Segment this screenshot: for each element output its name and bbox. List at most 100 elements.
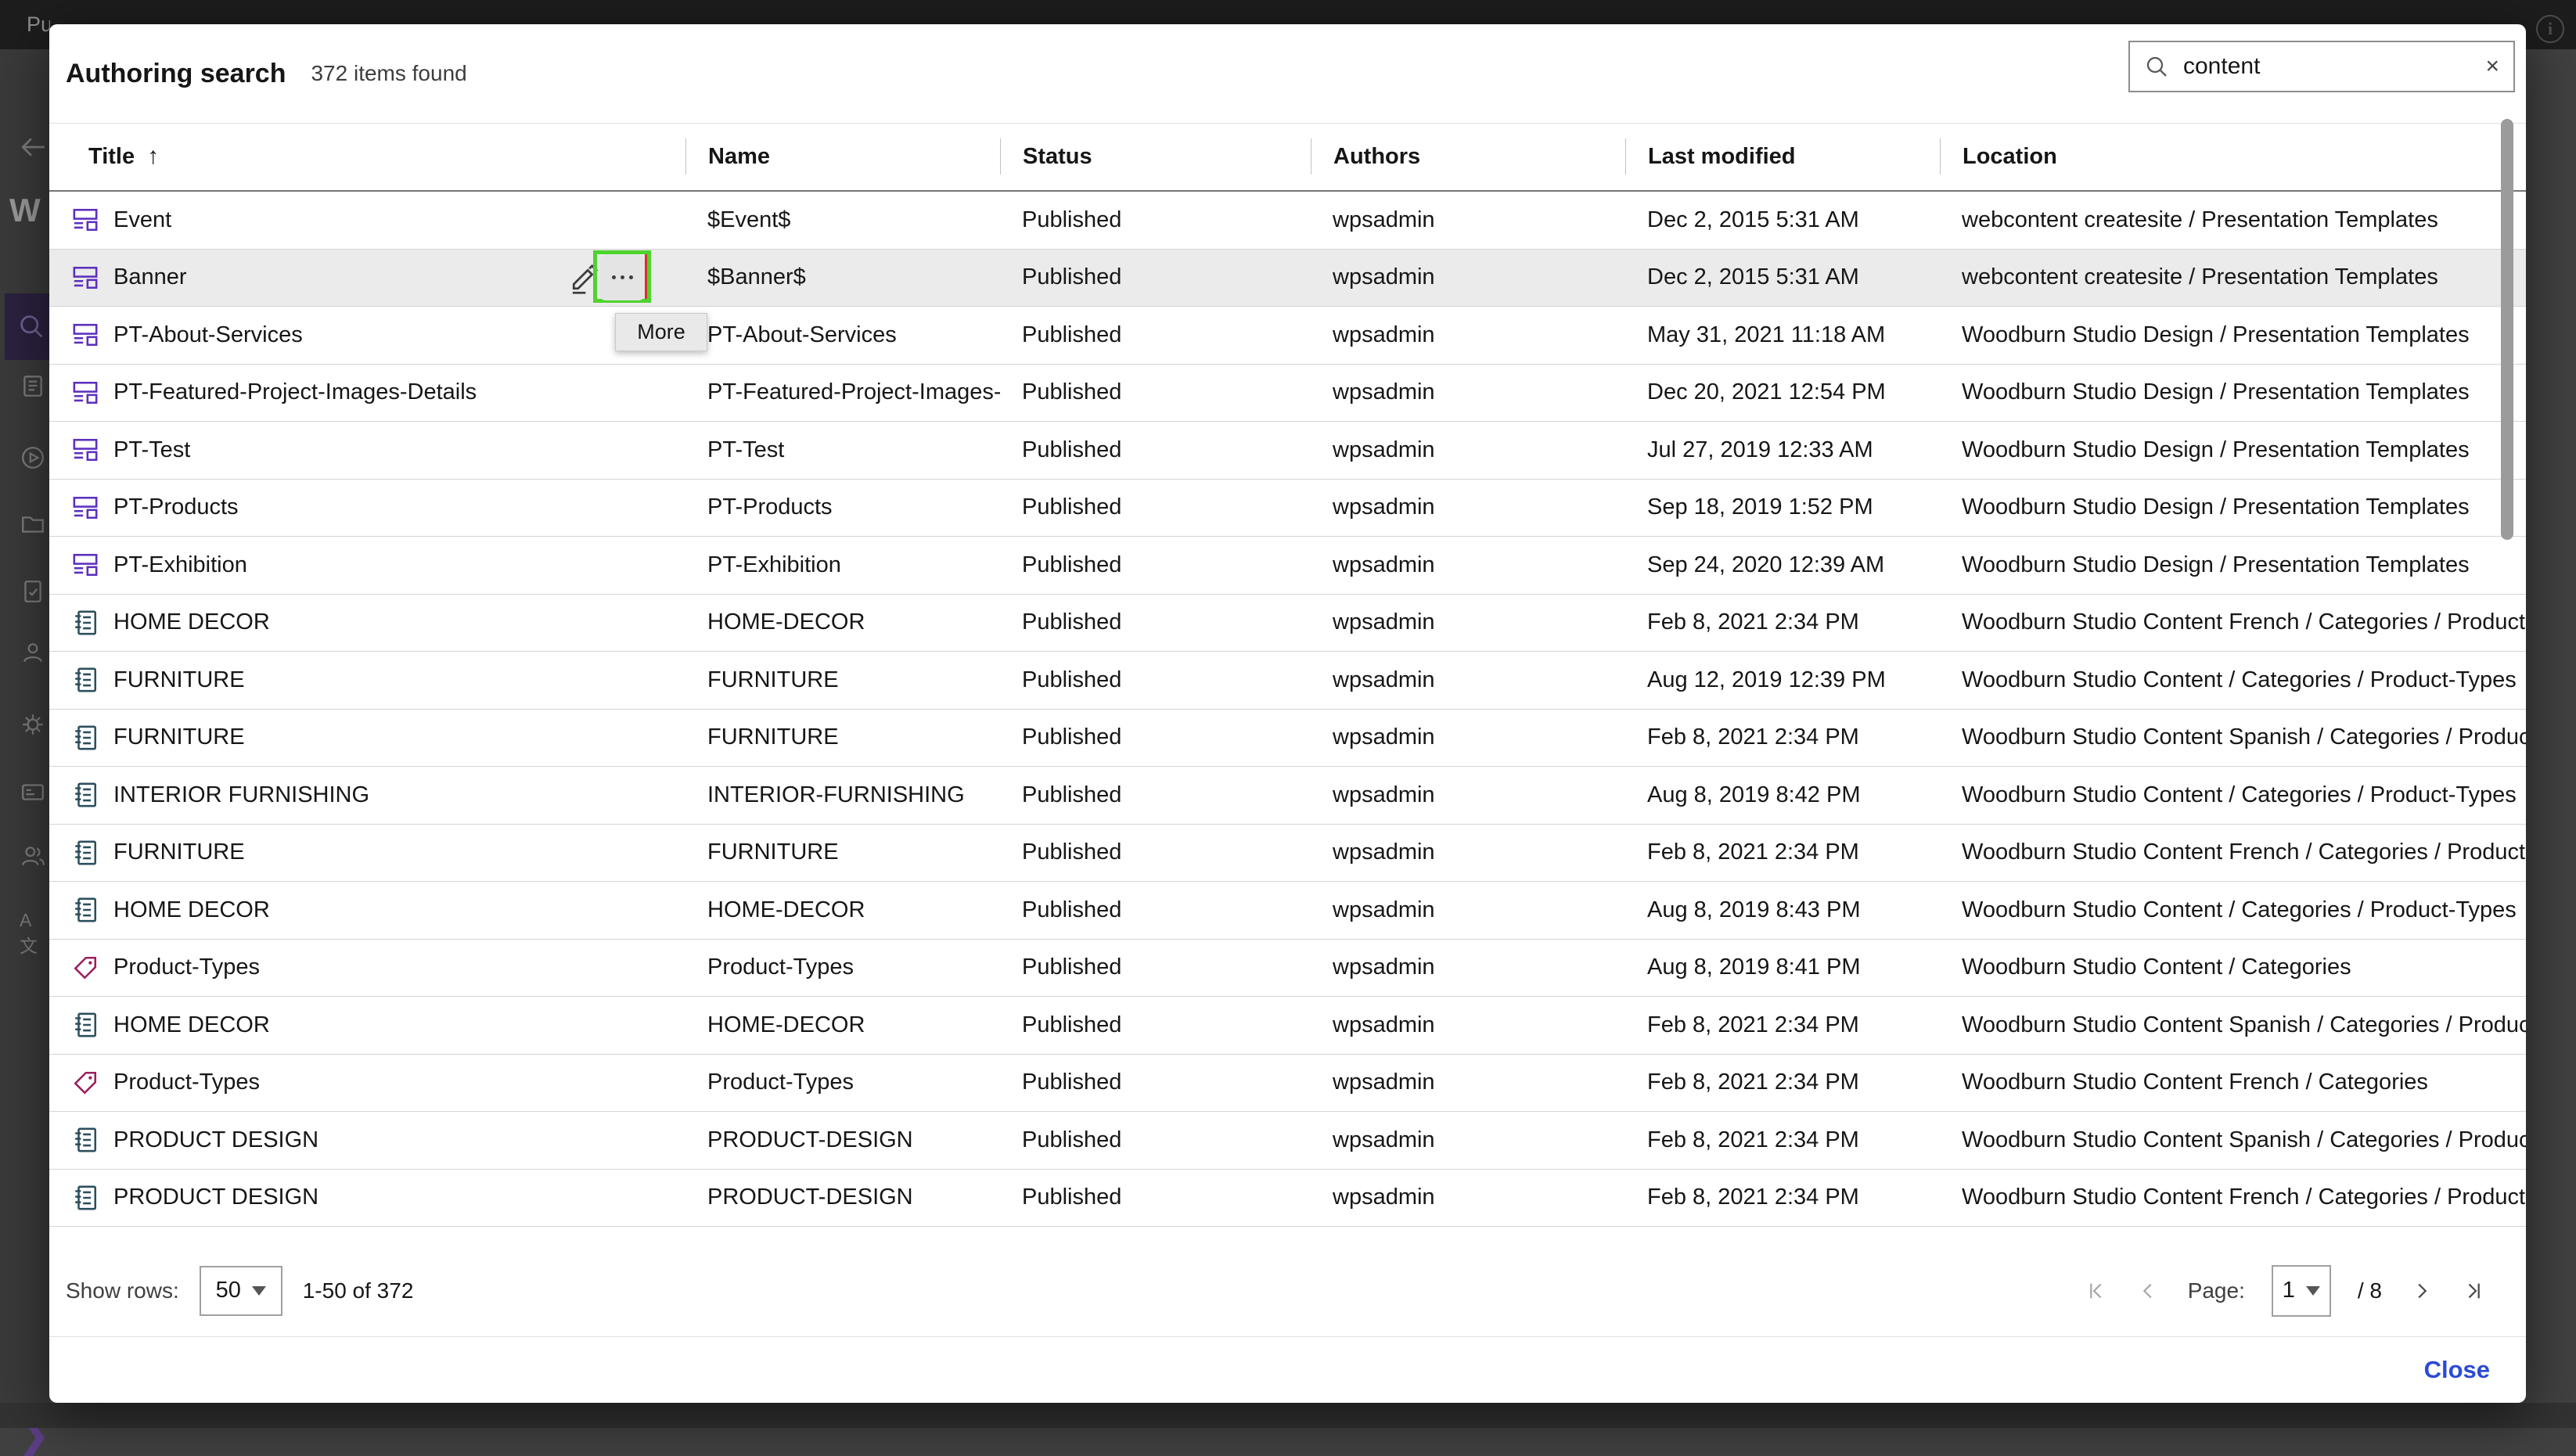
catalog-icon <box>72 1185 99 1211</box>
last-page-button[interactable] <box>2462 1278 2488 1304</box>
row-name: FURNITURE <box>685 724 1000 750</box>
clipboard-icon[interactable] <box>20 372 46 399</box>
search-input[interactable] <box>2182 52 2473 81</box>
row-name: Product-Types <box>685 954 1000 980</box>
column-header-title[interactable]: Title ↑ <box>49 138 685 174</box>
users-icon[interactable] <box>20 843 46 869</box>
gear-icon[interactable] <box>20 711 46 738</box>
column-header-name[interactable]: Name <box>685 138 1000 174</box>
first-page-button[interactable] <box>2081 1278 2108 1304</box>
table-row[interactable]: PT-About-Services PT-About-Services Publ… <box>49 307 2526 365</box>
card-icon[interactable] <box>20 778 46 805</box>
row-authors: wpsadmin <box>1311 437 1625 463</box>
row-modified: Dec 20, 2021 12:54 PM <box>1625 379 1940 405</box>
close-button[interactable]: Close <box>2424 1356 2490 1384</box>
table-row[interactable]: PRODUCT DESIGN PRODUCT-DESIGN Published … <box>49 1112 2526 1170</box>
row-name: Product-Types <box>685 1070 1000 1095</box>
table-row[interactable]: HOME DECOR HOME-DECOR Published wpsadmin… <box>49 997 2526 1055</box>
translate-icon[interactable]: A文 <box>20 910 46 937</box>
column-header-last-modified[interactable]: Last modified <box>1625 138 1940 174</box>
table-row[interactable]: FURNITURE FURNITURE Published wpsadmin A… <box>49 652 2526 710</box>
chevron-down-icon <box>252 1286 266 1296</box>
table-row[interactable]: PT-Exhibition PT-Exhibition Published wp… <box>49 537 2526 595</box>
row-location: Woodburn Studio Content French / Categor… <box>1940 609 2526 635</box>
play-circle-icon[interactable] <box>20 444 46 471</box>
items-found-count: 372 items found <box>311 61 466 86</box>
row-status: Published <box>1000 954 1311 980</box>
column-header-location[interactable]: Location <box>1940 138 2526 174</box>
column-header-status[interactable]: Status <box>1000 138 1311 174</box>
tag-icon <box>72 1070 99 1096</box>
highlight-red-edge <box>645 254 647 299</box>
table-row[interactable]: Banner More $Banner$ Published wpsadmin … <box>49 250 2526 307</box>
left-sidebar: W A文 ❯ <box>0 49 49 1403</box>
rows-per-page-select[interactable]: 50 <box>200 1266 282 1316</box>
template-icon <box>72 494 99 521</box>
page-select[interactable]: 1 <box>2272 1265 2331 1317</box>
table-row[interactable]: INTERIOR FURNISHING INTERIOR-FURNISHING … <box>49 767 2526 825</box>
row-authors: wpsadmin <box>1311 207 1625 233</box>
file-check-icon[interactable] <box>20 578 46 605</box>
table-row[interactable]: PT-Featured-Project-Images-Details PT-Fe… <box>49 365 2526 422</box>
back-arrow-icon[interactable] <box>20 134 46 160</box>
row-modified: Feb 8, 2021 2:34 PM <box>1625 839 1940 865</box>
table-row[interactable]: PT-Products PT-Products Published wpsadm… <box>49 480 2526 537</box>
row-authors: wpsadmin <box>1311 379 1625 405</box>
row-title: PT-Test <box>113 437 190 463</box>
row-title: FURNITURE <box>113 667 245 693</box>
row-title: PT-Featured-Project-Images-Details <box>113 379 477 405</box>
row-name: $Event$ <box>685 207 1000 233</box>
sidebar-item-search-active[interactable] <box>5 293 49 360</box>
row-status: Published <box>1000 839 1311 865</box>
row-location: Woodburn Studio Content / Categories / P… <box>1940 897 2526 923</box>
row-name: PT-Featured-Project-Images-Detai… <box>685 379 1000 405</box>
table-row[interactable]: PT-Test PT-Test Published wpsadmin Jul 2… <box>49 422 2526 480</box>
row-location: Woodburn Studio Content Spanish / Catego… <box>1940 724 2526 750</box>
clear-search-icon[interactable]: × <box>2485 55 2499 78</box>
row-modified: Aug 12, 2019 12:39 PM <box>1625 667 1940 693</box>
column-header-authors[interactable]: Authors <box>1311 138 1625 174</box>
table-row[interactable]: PRODUCT DESIGN PRODUCT-DESIGN Published … <box>49 1170 2526 1228</box>
info-icon[interactable]: i <box>2536 15 2564 43</box>
table-row[interactable]: FURNITURE FURNITURE Published wpsadmin F… <box>49 825 2526 883</box>
row-modified: Dec 2, 2015 5:31 AM <box>1625 264 1940 290</box>
row-modified: Jul 27, 2019 12:33 AM <box>1625 437 1940 463</box>
row-status: Published <box>1000 1012 1311 1038</box>
row-location: Woodburn Studio Design / Presentation Te… <box>1940 494 2526 520</box>
row-title: HOME DECOR <box>113 897 270 923</box>
folder-icon[interactable] <box>20 511 46 537</box>
user-icon[interactable] <box>20 639 46 666</box>
row-location: webcontent createsite / Presentation Tem… <box>1940 264 2526 290</box>
authoring-search-dialog: Authoring search 372 items found × Title… <box>49 24 2526 1403</box>
row-location: Woodburn Studio Content French / Categor… <box>1940 839 2526 865</box>
row-title: Product-Types <box>113 1070 260 1095</box>
table-row[interactable]: Product-Types Product-Types Published wp… <box>49 1055 2526 1113</box>
table-row[interactable]: Product-Types Product-Types Published wp… <box>49 940 2526 998</box>
row-location: webcontent createsite / Presentation Tem… <box>1940 207 2526 233</box>
next-page-button[interactable] <box>2409 1278 2435 1304</box>
row-authors: wpsadmin <box>1311 609 1625 635</box>
catalog-icon <box>72 724 99 751</box>
more-button[interactable] <box>599 255 645 300</box>
row-name: HOME-DECOR <box>685 1012 1000 1038</box>
row-location: Woodburn Studio Content Spanish / Catego… <box>1940 1127 2526 1153</box>
scrollbar-thumb[interactable] <box>2501 119 2513 540</box>
row-title: FURNITURE <box>113 724 245 750</box>
row-title: Event <box>113 207 171 233</box>
table-row[interactable]: HOME DECOR HOME-DECOR Published wpsadmin… <box>49 882 2526 940</box>
row-status: Published <box>1000 322 1311 348</box>
row-location: Woodburn Studio Content French / Categor… <box>1940 1070 2526 1095</box>
row-status: Published <box>1000 437 1311 463</box>
row-name: $Banner$ <box>685 264 1000 290</box>
row-title: PT-About-Services <box>113 322 303 348</box>
table-row[interactable]: HOME DECOR HOME-DECOR Published wpsadmin… <box>49 595 2526 653</box>
row-title: HOME DECOR <box>113 609 270 635</box>
more-tooltip: More <box>615 313 707 351</box>
row-authors: wpsadmin <box>1311 1070 1625 1095</box>
table-row[interactable]: Event $Event$ Published wpsadmin Dec 2, … <box>49 192 2526 250</box>
table-body: Event $Event$ Published wpsadmin Dec 2, … <box>49 192 2526 1227</box>
row-authors: wpsadmin <box>1311 782 1625 808</box>
table-row[interactable]: FURNITURE FURNITURE Published wpsadmin F… <box>49 710 2526 768</box>
previous-page-button[interactable] <box>2135 1278 2161 1304</box>
page-label: Page: <box>2188 1278 2245 1303</box>
